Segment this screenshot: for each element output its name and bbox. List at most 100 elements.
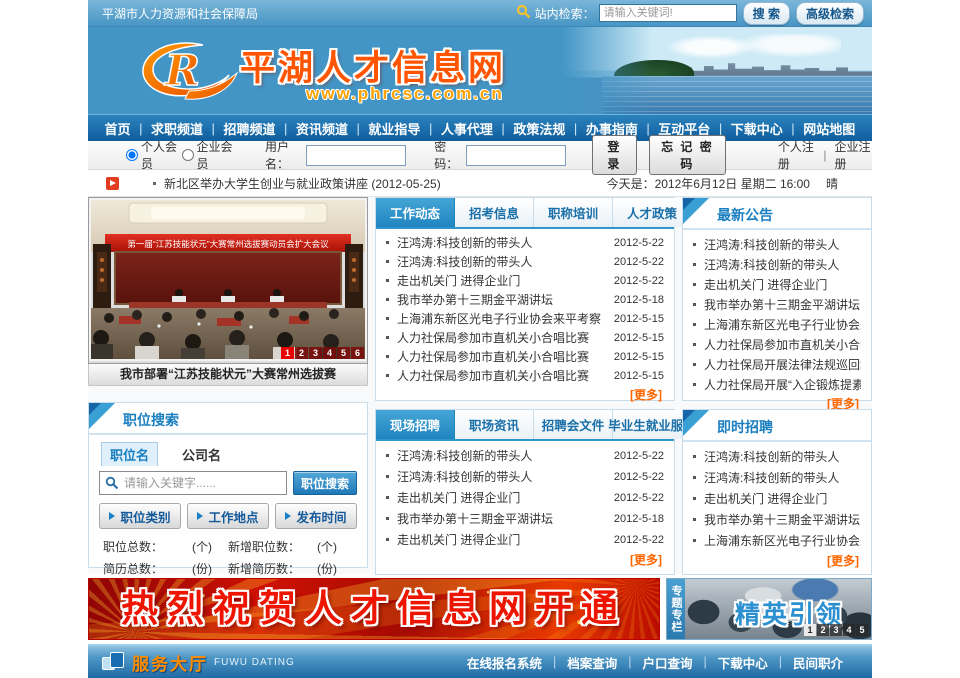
pager-item[interactable]: 3 [309, 347, 322, 359]
filter-button[interactable]: 发布时间 [275, 503, 357, 529]
news-item[interactable]: 上海浦东新区光电子行业协会来平考察 2012-5-15 [386, 309, 664, 328]
list-item[interactable]: 人力社保局参加市直机关小合唱比赛 [693, 334, 861, 354]
list-item[interactable]: 走出机关门 进得企业门 [693, 488, 861, 509]
list-item[interactable]: 汪鸿涛:科技创新的带头人 [693, 467, 861, 488]
password-input[interactable] [466, 145, 566, 166]
tab-position-name[interactable]: 职位名 [101, 442, 158, 466]
nav-item[interactable]: 首页 [105, 119, 131, 138]
news-item[interactable]: 人力社保局参加市直机关小合唱比赛 2012-5-15 [386, 328, 664, 347]
register-link[interactable]: 企业注册 [834, 138, 872, 172]
item-title: 走出机关门 进得企业门 [704, 276, 861, 293]
pager-item[interactable]: 4 [323, 347, 336, 359]
news-item[interactable]: 汪鸿涛:科技创新的带头人 2012-5-22 [386, 466, 664, 487]
service-link[interactable]: 下载中心 [707, 653, 779, 672]
nav-item[interactable]: 人事代理 [441, 119, 493, 138]
list-item[interactable]: 我市举办第十三期金平湖讲坛 [693, 509, 861, 530]
news-tab[interactable]: 人才政策 [613, 198, 692, 227]
list-item[interactable]: 人力社保局开展“入企锻炼提素质” [693, 374, 861, 394]
nav-item[interactable]: 招聘频道 [223, 119, 275, 138]
site-search-input[interactable] [599, 4, 737, 22]
news-tab[interactable]: 招聘会文件 [534, 410, 613, 439]
pager-item[interactable]: 5 [337, 347, 350, 359]
news-tab[interactable]: 招考信息 [455, 198, 534, 227]
news-item[interactable]: 人力社保局参加市直机关小合唱比赛 2012-5-15 [386, 366, 664, 385]
news-item[interactable]: 走出机关门 进得企业门 2012-5-22 [386, 487, 664, 508]
filter-button[interactable]: 工作地点 [187, 503, 269, 529]
tab-company-name[interactable]: 公司名 [174, 443, 229, 466]
forgot-password-button[interactable]: 忘 记 密 码 [649, 135, 726, 175]
list-item[interactable]: 上海浦东新区光电子行业协会来平考 [693, 530, 861, 551]
news-tab[interactable]: 职称培训 [534, 198, 613, 227]
pager-item[interactable]: 3 [830, 624, 842, 636]
register-link[interactable]: 个人注册 [778, 138, 816, 172]
job-search-button[interactable]: 职位搜索 [293, 471, 357, 495]
radio-input[interactable] [126, 149, 138, 161]
news-title: 我市举办第十三期金平湖讲坛 [397, 510, 602, 527]
pager-item[interactable]: 4 [843, 624, 855, 636]
company-member-radio[interactable]: 企业会员 [182, 138, 234, 172]
radio-input[interactable] [182, 149, 194, 161]
personal-member-radio[interactable]: 个人会员 [126, 138, 178, 172]
news-item[interactable]: 我市举办第十三期金平湖讲坛 2012-5-18 [386, 508, 664, 529]
list-item[interactable]: 人力社保局开展法律法规巡回培训 [693, 354, 861, 374]
photo-fade [562, 27, 872, 114]
bullet-icon [386, 336, 389, 339]
list-item[interactable]: 上海浦东新区光电子行业协会来平考 [693, 314, 861, 334]
nav-item[interactable]: 就业指导 [368, 119, 420, 138]
advanced-search-button[interactable]: 高级检索 [796, 2, 864, 25]
more-link[interactable]: [更多] [376, 550, 674, 568]
more-link[interactable]: [更多] [683, 551, 871, 569]
ticker-item[interactable]: 新北区举办大学生创业与就业政策讲座 (2012-05-25) [164, 175, 441, 192]
celebration-banner[interactable]: 热烈祝贺人才信息网开通 [88, 578, 660, 640]
service-link[interactable]: 档案查询 [556, 653, 628, 672]
nav-item[interactable]: 求职频道 [151, 119, 203, 138]
photo-carousel[interactable]: 第一届“江苏技能状元”大赛常州选拔赛动员会扩大会议 [88, 197, 368, 364]
username-input[interactable] [306, 145, 406, 166]
carousel-pager: 123456 [281, 347, 364, 359]
news-tab[interactable]: 工作动态 [376, 198, 455, 227]
password-label: 密码： [434, 138, 463, 172]
pager-item[interactable]: 5 [856, 624, 868, 636]
site-search-button[interactable]: 搜 索 [743, 2, 790, 25]
news-tab[interactable]: 现场招聘 [376, 410, 455, 439]
list-item[interactable]: 汪鸿涛:科技创新的带头人 [693, 446, 861, 467]
pager-item[interactable]: 2 [295, 347, 308, 359]
carousel-caption[interactable]: 我市部署“江苏技能状元”大赛常州选拔赛 [88, 364, 368, 386]
stat-value: (份) [317, 560, 337, 577]
news-item[interactable]: 我市举办第十三期金平湖讲坛 2012-5-18 [386, 290, 664, 309]
item-title: 汪鸿涛:科技创新的带头人 [704, 469, 861, 486]
more-link[interactable]: [更多] [376, 385, 674, 403]
pager-item[interactable]: 1 [281, 347, 294, 359]
news-tab[interactable]: 毕业生就业服务 [613, 410, 692, 439]
list-item[interactable]: 我市举办第十三期金平湖讲坛 [693, 294, 861, 314]
news-title: 人力社保局参加市直机关小合唱比赛 [397, 348, 602, 365]
news-item[interactable]: 汪鸿涛:科技创新的带头人 2012-5-22 [386, 233, 664, 252]
news-item[interactable]: 人力社保局参加市直机关小合唱比赛 2012-5-15 [386, 347, 664, 366]
pager-item[interactable]: 1 [804, 624, 816, 636]
news-item[interactable]: 汪鸿涛:科技创新的带头人 2012-5-22 [386, 445, 664, 466]
list-item[interactable]: 走出机关门 进得企业门 [693, 274, 861, 294]
news-tab[interactable]: 职场资讯 [455, 410, 534, 439]
news-item[interactable]: 走出机关门 进得企业门 2012-5-22 [386, 271, 664, 290]
service-link[interactable]: 在线报名系统 [456, 653, 553, 672]
nav-item[interactable]: 下载中心 [731, 119, 783, 138]
filter-button[interactable]: 职位类别 [99, 503, 181, 529]
bullet-icon [693, 283, 696, 286]
news-item[interactable]: 汪鸿涛:科技创新的带头人 2012-5-22 [386, 252, 664, 271]
job-keyword-input[interactable] [99, 471, 287, 495]
panel-title: 职位搜索 [123, 410, 179, 430]
list-item[interactable]: 汪鸿涛:科技创新的带头人 [693, 254, 861, 274]
service-link[interactable]: 户口查询 [631, 653, 703, 672]
login-button[interactable]: 登 录 [592, 135, 637, 175]
special-column-strip[interactable]: 专题专栏 [667, 579, 685, 639]
pager-item[interactable]: 2 [817, 624, 829, 636]
nav-item[interactable]: 网站地图 [803, 119, 855, 138]
nav-item[interactable]: 政策法规 [513, 119, 565, 138]
job-search-input-row: 职位搜索 [99, 471, 357, 495]
news-item[interactable]: 走出机关门 进得企业门 2012-5-22 [386, 529, 664, 550]
pager-item[interactable]: 6 [351, 347, 364, 359]
special-column-photo[interactable]: 精英引领 12345 [685, 579, 871, 639]
list-item[interactable]: 汪鸿涛:科技创新的带头人 [693, 234, 861, 254]
service-link[interactable]: 民间职介 [782, 653, 854, 672]
nav-item[interactable]: 资讯频道 [296, 119, 348, 138]
